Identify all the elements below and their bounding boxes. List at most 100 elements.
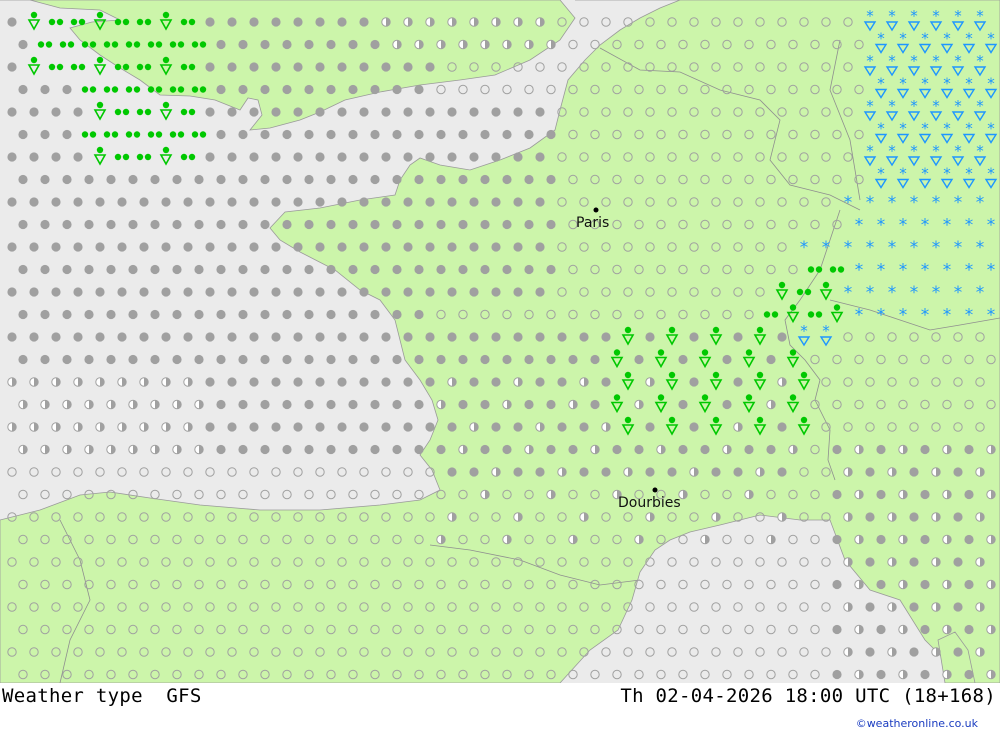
shower-drop — [833, 304, 841, 311]
overcast-icon — [447, 152, 457, 162]
partly-cloudy-icon — [392, 39, 402, 50]
overcast-icon — [161, 332, 171, 342]
partly-cloudy-icon — [887, 467, 897, 477]
overcast-icon — [84, 354, 94, 365]
partly-cloudy-icon — [502, 39, 512, 50]
overcast-icon — [161, 242, 171, 252]
overcast-icon — [216, 39, 226, 50]
partly-cloudy-icon — [183, 377, 193, 387]
overcast-icon — [62, 264, 72, 275]
overcast-icon — [502, 264, 512, 275]
partly-cloudy-icon — [95, 377, 105, 387]
overcast-icon — [381, 152, 391, 162]
partly-cloudy-icon — [469, 422, 479, 432]
overcast-icon — [271, 152, 281, 162]
overcast-icon — [403, 377, 413, 387]
rain-drop — [133, 86, 141, 93]
overcast-icon — [249, 152, 259, 162]
overcast-icon — [7, 242, 17, 252]
overcast-icon — [282, 174, 292, 185]
partly-cloudy-icon — [436, 534, 446, 545]
partly-cloudy-icon — [975, 602, 985, 612]
overcast-icon — [40, 264, 50, 275]
rain-drop — [48, 18, 56, 26]
partly-cloudy-icon — [29, 377, 39, 387]
overcast-icon — [425, 422, 435, 432]
copyright-link[interactable]: ©weatheronline.co.uk — [856, 717, 978, 730]
overcast-icon — [282, 39, 292, 50]
overcast-icon — [645, 332, 655, 342]
partly-cloudy-icon — [931, 647, 941, 657]
overcast-icon — [183, 332, 193, 342]
overcast-icon — [348, 174, 358, 185]
partly-cloudy-icon — [986, 624, 996, 635]
overcast-icon — [359, 242, 369, 252]
overcast-icon — [381, 332, 391, 342]
overcast-icon — [304, 444, 314, 455]
overcast-icon — [282, 444, 292, 455]
overcast-icon — [469, 287, 479, 297]
partly-cloudy-icon — [645, 512, 655, 522]
overcast-icon — [326, 174, 336, 185]
overcast-icon — [392, 219, 402, 230]
overcast-icon — [535, 152, 545, 162]
overcast-icon — [425, 332, 435, 342]
overcast-icon — [183, 287, 193, 297]
partly-cloudy-icon — [854, 489, 864, 500]
overcast-icon — [392, 354, 402, 365]
partly-cloudy-icon — [722, 444, 732, 455]
rain-drop — [114, 18, 122, 26]
partly-cloudy-icon — [777, 512, 787, 522]
overcast-icon — [524, 264, 534, 275]
snow-icon: * — [888, 193, 897, 213]
overcast-icon — [535, 197, 545, 207]
overcast-icon — [392, 174, 402, 185]
overcast-icon — [480, 399, 490, 410]
snow-icon: * — [965, 261, 974, 281]
snow-icon: * — [954, 238, 963, 258]
partly-cloudy-icon — [117, 422, 127, 432]
partly-cloudy-icon — [546, 489, 556, 500]
rain-drop — [133, 41, 141, 48]
partly-cloudy-icon — [755, 467, 765, 477]
overcast-icon — [238, 219, 248, 230]
overcast-icon — [370, 399, 380, 410]
overcast-icon — [315, 17, 325, 27]
partly-cloudy-icon — [139, 377, 149, 387]
shower-drop — [613, 394, 621, 401]
overcast-icon — [546, 444, 556, 455]
overcast-icon — [876, 534, 886, 545]
overcast-icon — [216, 174, 226, 185]
rain-drop — [114, 63, 122, 71]
overcast-icon — [480, 219, 490, 230]
rain-drop — [48, 63, 56, 71]
snow-icon: * — [932, 238, 941, 258]
rain-drop — [136, 63, 144, 71]
partly-cloudy-icon — [986, 444, 996, 455]
partly-cloudy-icon — [40, 399, 50, 410]
overcast-icon — [172, 354, 182, 365]
overcast-icon — [722, 354, 732, 365]
shower-drop — [800, 371, 808, 379]
overcast-icon — [172, 174, 182, 185]
overcast-icon — [513, 287, 523, 297]
overcast-icon — [161, 287, 171, 297]
shower-drop — [96, 146, 104, 154]
partly-cloudy-icon — [150, 399, 160, 410]
rain-drop — [815, 266, 823, 273]
overcast-icon — [315, 107, 325, 117]
overcast-icon — [502, 354, 512, 365]
partly-cloudy-icon — [62, 444, 72, 455]
overcast-icon — [194, 354, 204, 365]
partly-cloudy-icon — [854, 534, 864, 545]
city-label: Dourbies — [618, 495, 681, 511]
overcast-icon — [282, 129, 292, 140]
overcast-icon — [381, 62, 391, 72]
overcast-icon — [139, 242, 149, 252]
overcast-icon — [535, 467, 545, 477]
overcast-icon — [535, 287, 545, 297]
overcast-icon — [95, 287, 105, 297]
overcast-icon — [425, 287, 435, 297]
overcast-icon — [205, 197, 215, 207]
overcast-icon — [711, 467, 721, 477]
